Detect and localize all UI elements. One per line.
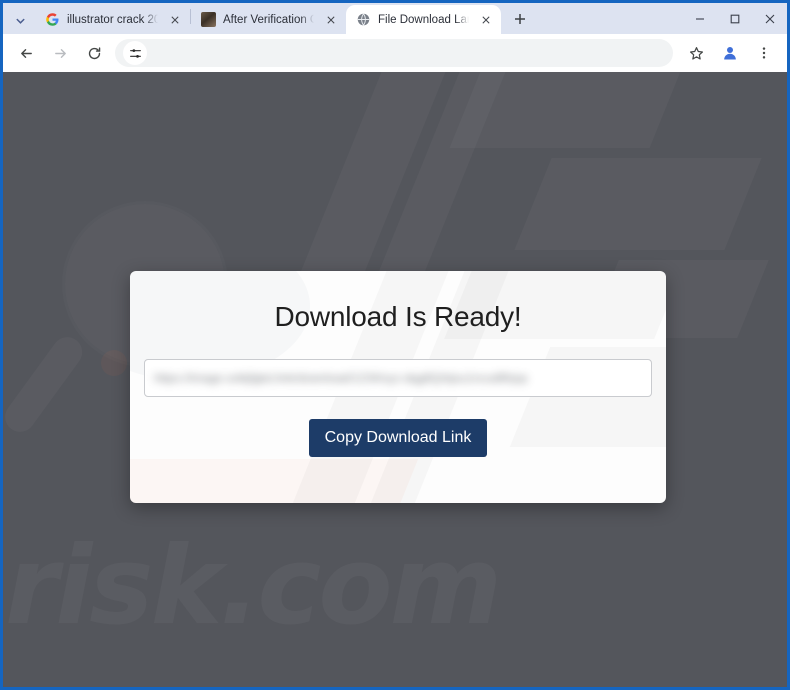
download-link-input[interactable]: https://image.sxtkjfgkd.link/download/12…	[144, 359, 652, 397]
profile-avatar-icon[interactable]	[716, 39, 744, 67]
forward-arrow-icon[interactable]	[46, 39, 74, 67]
window-controls	[682, 3, 787, 34]
close-icon[interactable]	[477, 11, 495, 29]
plus-icon[interactable]	[507, 6, 533, 32]
tab-title: After Verification Click & Go to	[223, 13, 314, 26]
google-favicon	[45, 12, 60, 27]
browser-toolbar	[3, 34, 787, 72]
page-title: Download Is Ready!	[274, 301, 522, 332]
watermark-dot	[101, 350, 127, 376]
tab-file-download-landing-page[interactable]: File Download Landing Page	[346, 5, 501, 34]
star-icon[interactable]	[682, 39, 710, 67]
browser-window: illustrator crack 2025 download After Ve…	[0, 0, 790, 690]
chevron-down-icon[interactable]	[7, 8, 33, 32]
back-arrow-icon[interactable]	[12, 39, 40, 67]
page-viewport: risk.com Download Is Ready! https://imag…	[3, 72, 787, 687]
tab-title: File Download Landing Page	[378, 13, 469, 26]
copy-download-link-button[interactable]: Copy Download Link	[308, 419, 488, 457]
tune-sliders-icon[interactable]	[123, 41, 147, 65]
watermark-text: risk.com	[5, 524, 502, 649]
close-icon[interactable]	[166, 11, 184, 29]
window-close-icon[interactable]	[752, 3, 787, 34]
download-ready-dialog: Download Is Ready! https://image.sxtkjfg…	[130, 271, 666, 503]
tab-after-verification[interactable]: After Verification Click & Go to	[191, 5, 346, 34]
photo-favicon	[201, 12, 216, 27]
minimize-icon[interactable]	[682, 3, 717, 34]
watermark-slash	[514, 158, 761, 250]
tab-illustrator-crack[interactable]: illustrator crack 2025 download	[35, 5, 190, 34]
close-icon[interactable]	[322, 11, 340, 29]
address-bar[interactable]	[115, 39, 673, 67]
reload-icon[interactable]	[80, 39, 108, 67]
tab-strip: illustrator crack 2025 download After Ve…	[3, 3, 787, 34]
maximize-icon[interactable]	[717, 3, 752, 34]
three-dot-menu-icon[interactable]	[750, 39, 778, 67]
tab-title: illustrator crack 2025 download	[67, 13, 158, 26]
globe-favicon	[356, 12, 371, 27]
download-link-value[interactable]: https://image.sxtkjfgkd.link/download/12…	[154, 371, 642, 385]
magnifier-handle-icon	[3, 331, 88, 438]
watermark-slash	[450, 72, 697, 148]
